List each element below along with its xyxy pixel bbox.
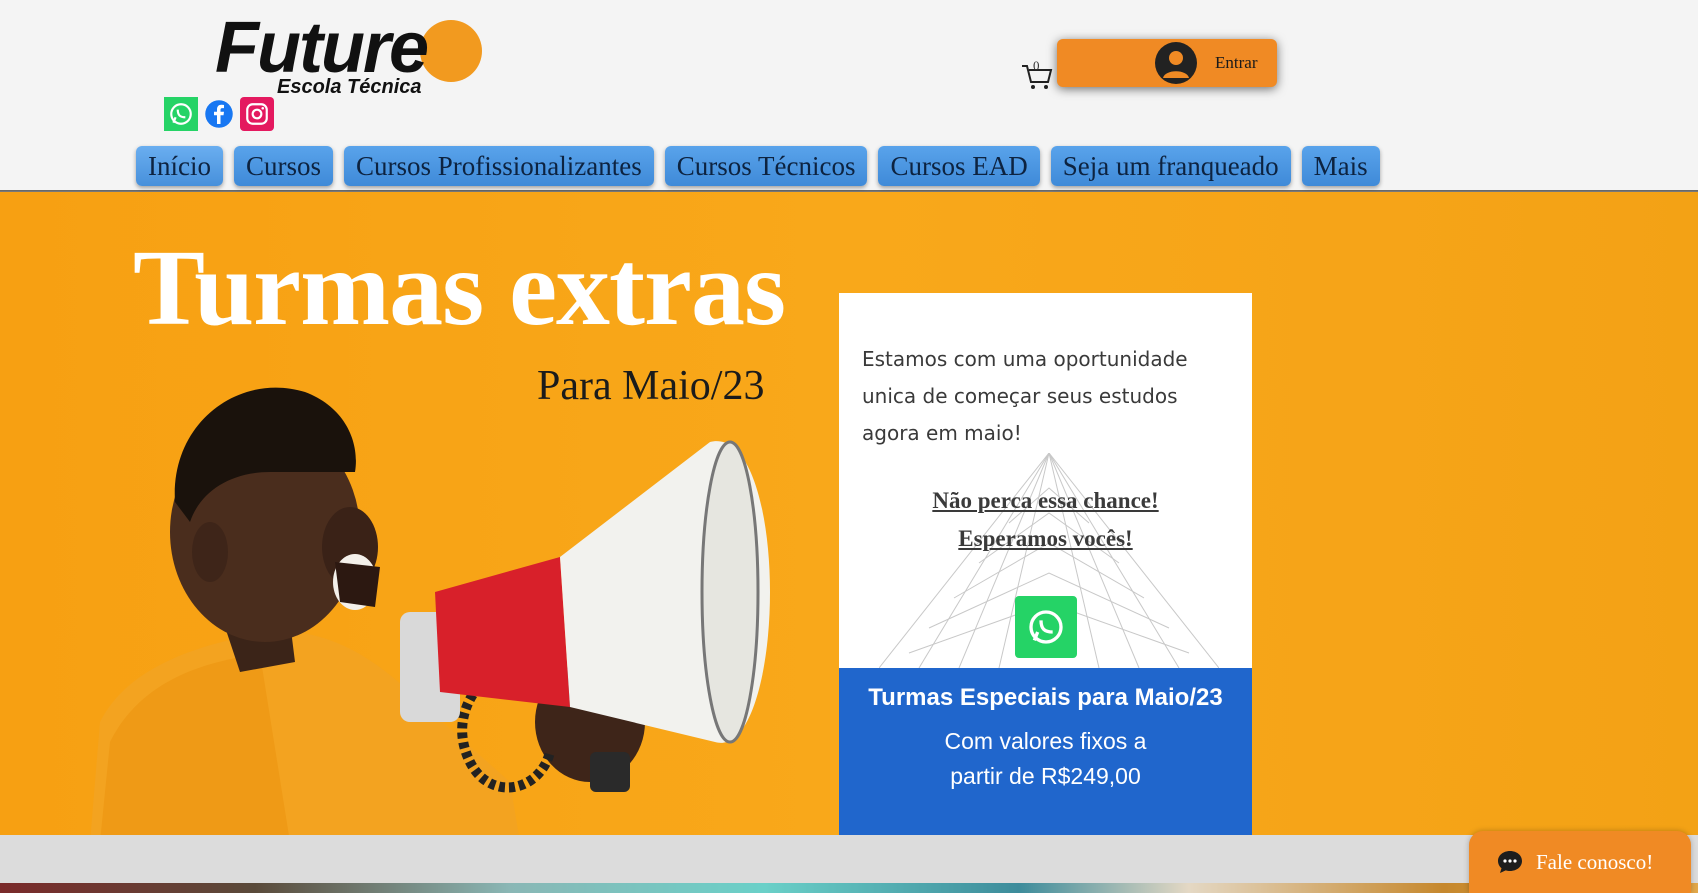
nav-item-mais[interactable]: Mais [1301,146,1380,186]
cart-count: 0 [1033,58,1040,73]
chat-bubble-icon [1498,851,1522,873]
person-with-megaphone-image [90,387,770,835]
chat-label: Fale conosco! [1536,850,1654,874]
nav-item-cursos-ead[interactable]: Cursos EAD [878,146,1040,186]
price-line-2: partir de R$249,00 [950,763,1141,789]
next-section-image-strip [0,883,1698,893]
site-header: Future Escola Técnica 0 Entrar Início Cu… [0,0,1698,192]
card-emphasis-1: Não perca essa chance! [932,488,1159,513]
logo[interactable]: Future Escola Técnica [215,12,485,102]
logo-word: Future [215,8,429,88]
login-label: Entrar [1215,53,1258,72]
main-nav: Início Cursos Cursos Profissionalizantes… [136,146,1380,186]
hero-banner: Turmas extras Para Maio/23 Estamos com u… [0,192,1698,835]
section-divider [0,835,1698,883]
login-button[interactable]: Entrar [1057,39,1277,87]
social-links [164,97,274,131]
price-line-1: Com valores fixos a [944,728,1147,754]
whatsapp-button-icon[interactable] [1015,596,1077,658]
card-emphasis-2: Esperamos vocês! [958,526,1133,551]
logo-e-circle [420,20,482,82]
facebook-icon[interactable] [202,97,236,131]
avatar-icon [1155,42,1197,84]
card-description: Estamos com uma oportunidade unica de co… [862,347,1188,445]
whatsapp-icon[interactable] [164,97,198,131]
chat-widget-button[interactable]: Fale conosco! [1469,831,1691,893]
instagram-icon[interactable] [240,97,274,131]
nav-item-cursos[interactable]: Cursos [233,146,333,186]
nav-item-inicio[interactable]: Início [136,146,223,186]
nav-item-seja-um-franqueado[interactable]: Seja um franqueado [1050,146,1291,186]
logo-tagline: Escola Técnica [277,76,422,98]
price-panel-title: Turmas Especiais para Maio/23 [868,684,1223,711]
hero-title: Turmas extras [133,229,786,348]
promo-card: Estamos com uma oportunidade unica de co… [839,293,1252,835]
price-panel: Turmas Especiais para Maio/23 Com valore… [839,668,1252,835]
nav-item-cursos-tecnicos[interactable]: Cursos Técnicos [664,146,868,186]
nav-item-cursos-profissionalizantes[interactable]: Cursos Profissionalizantes [344,146,654,186]
hero-subtitle: Para Maio/23 [537,363,765,409]
